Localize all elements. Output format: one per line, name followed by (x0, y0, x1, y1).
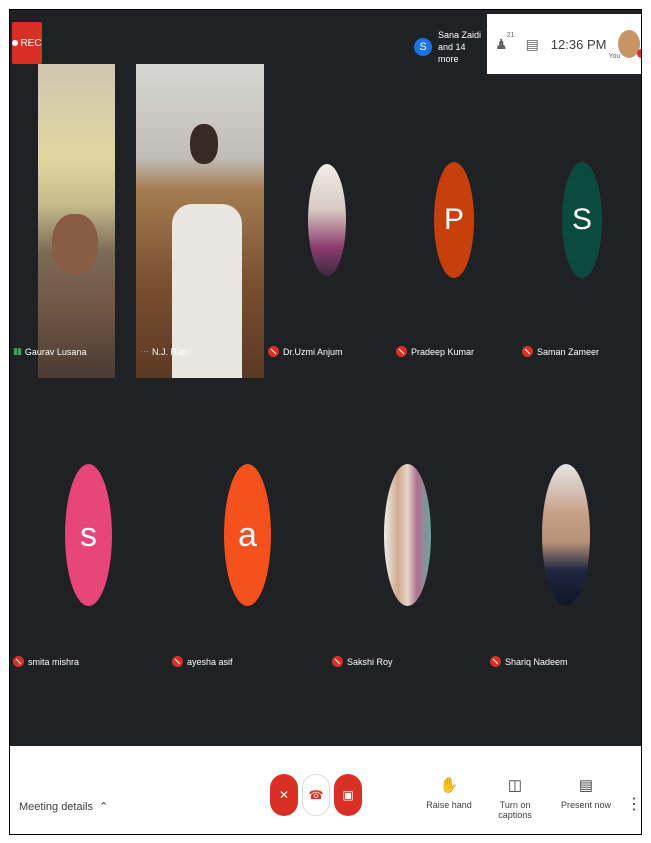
participant-name: ayesha asif (187, 656, 233, 667)
mic-off-icon (490, 656, 501, 667)
participant-name: N.J. Rao (152, 346, 188, 357)
recording-indicator: REC (12, 22, 42, 64)
audio-level-icon: ▮▮ (13, 346, 22, 356)
hand-icon: ✋ (439, 777, 459, 794)
mic-off-icon: ✕ (278, 788, 290, 802)
raise-hand-button[interactable]: ✋ Raise hand (424, 776, 474, 810)
mic-toggle-button[interactable]: ✕ (270, 774, 298, 816)
participant-avatar: S (414, 38, 432, 56)
present-now-button[interactable]: ▤ Present now (560, 776, 612, 810)
raise-hand-label: Raise hand (426, 800, 472, 810)
hang-up-icon: ☎ (308, 788, 324, 802)
participant-name: Saman Zameer (537, 346, 600, 357)
captions-button[interactable]: ◫ Turn on captions (484, 776, 546, 820)
leave-call-button[interactable]: ☎ (302, 774, 330, 816)
participant-name: Pradeep Kumar (411, 346, 475, 357)
avatar-ayesha[interactable]: a (224, 464, 271, 606)
self-avatar[interactable]: You (608, 30, 641, 60)
people-count: 21 (506, 31, 515, 39)
participants-line1: Sana Zaidi (438, 30, 482, 40)
participant-name: Sakshi Roy (347, 656, 393, 667)
video-tile-gaurav[interactable] (38, 64, 115, 378)
meeting-details-button[interactable]: Meeting details ⌃ (19, 800, 108, 813)
mic-off-icon (268, 346, 279, 357)
avatar-pradeep[interactable]: P (434, 162, 474, 278)
tile-label: Dr.Uzmi Anjum (268, 346, 343, 357)
mic-off-icon (172, 656, 183, 667)
chevron-up-icon: ⌃ (96, 801, 109, 813)
tile-label: smita mishra (13, 656, 79, 667)
camera-toggle-button[interactable]: ▣ (334, 774, 362, 816)
captions-icon: ◫ (507, 777, 523, 794)
participant-name: Shariq Nadeem (505, 656, 568, 667)
avatar-initial: s (80, 515, 97, 554)
meeting-details-label: Meeting details (19, 801, 93, 813)
camera-off-icon: ▣ (342, 788, 354, 802)
top-right-panel: ♟ 21 ▤ 12:36 PM You (487, 14, 641, 74)
participants-line2: and 14 more (438, 42, 466, 64)
tile-label: Pradeep Kumar (396, 346, 474, 357)
you-label: You (608, 53, 621, 60)
mic-off-icon (13, 656, 24, 667)
avatar-initial: P (443, 203, 464, 236)
video-tile-nj-rao[interactable] (136, 64, 264, 378)
present-label: Present now (560, 800, 612, 810)
participants-text: Sana Zaidi and 14 more (438, 29, 485, 65)
avatar-saman[interactable]: S (562, 162, 602, 278)
rec-label: REC (20, 37, 42, 49)
avatar-smita[interactable]: s (65, 464, 112, 606)
avatar-photo-uzmi[interactable] (308, 164, 346, 276)
avatar-initial: S (571, 203, 592, 236)
participant-name: Gaurav Lusana (24, 346, 87, 357)
tile-label: Shariq Nadeem (490, 656, 568, 667)
mic-off-icon (332, 656, 343, 667)
tile-label: Sakshi Roy (332, 656, 393, 667)
head (190, 124, 218, 164)
participants-chip[interactable]: S Sana Zaidi and 14 more (410, 22, 485, 72)
tile-label: Saman Zameer (522, 346, 599, 357)
mic-off-icon (396, 346, 407, 357)
avatar-initial: a (238, 515, 257, 554)
record-dot-icon (12, 40, 19, 46)
avatar-photo-sakshi[interactable] (384, 464, 431, 606)
clock: 12:36 PM (550, 36, 607, 52)
mic-off-icon (522, 346, 533, 357)
face (52, 214, 98, 274)
more-options-icon[interactable]: ⋮ (626, 797, 641, 813)
participant-name: smita mishra (28, 656, 80, 667)
present-icon: ▤ (578, 777, 594, 794)
tile-label: ayesha asif (172, 656, 233, 667)
audio-dots-icon: ⋯ (140, 346, 149, 356)
self-muted-icon (637, 49, 641, 58)
control-bar: Meeting details ⌃ ✕ ☎ ▣ ✋ Raise hand ◫ T… (10, 746, 641, 834)
meet-window: REC S Sana Zaidi and 14 more ♟ 21 ▤ 12:36… (9, 9, 642, 835)
avatar-photo-shariq[interactable] (542, 464, 590, 606)
people-icon[interactable]: ♟ 21 (495, 32, 515, 53)
participant-name: Dr.Uzmi Anjum (283, 346, 343, 357)
tile-label: ⋯ N.J. Rao (140, 346, 187, 357)
tile-label: ▮▮ Gaurav Lusana (13, 346, 86, 357)
chat-icon[interactable]: ▤ (526, 36, 539, 53)
captions-label: Turn on captions (498, 800, 532, 820)
